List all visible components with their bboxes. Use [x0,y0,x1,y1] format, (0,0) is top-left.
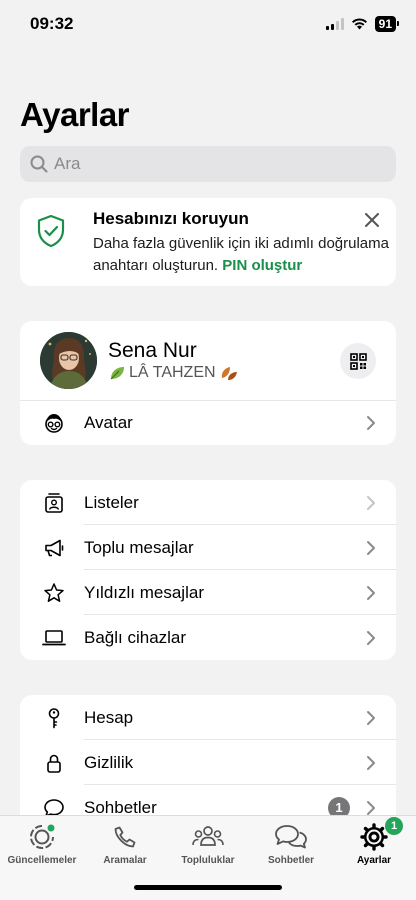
profile-status: LÂ TAHZEN [108,364,239,382]
row-label: Toplu mesajlar [84,537,194,557]
search-bar[interactable] [20,146,396,182]
profile-photo-icon [40,332,97,389]
battery-indicator: 91 [374,16,400,32]
close-banner-button[interactable] [360,208,384,232]
tab-label: Topluluklar [181,855,235,866]
shield-check-icon [37,214,65,248]
laptop-icon [42,626,66,650]
row-label: Listeler [84,492,139,512]
row-label: Gizlilik [84,752,134,772]
tab-updates[interactable]: Güncellemeler [0,822,84,866]
settings-row-broadcast[interactable]: Toplu mesajlar [20,525,396,570]
avatar[interactable] [40,332,97,389]
chevron-right-icon [367,415,375,430]
avatar-face-icon [42,411,66,435]
settings-row-account[interactable]: Hesap [20,695,396,740]
chevron-right-icon [367,495,375,510]
banner-title: Hesabınızı koruyun [93,209,249,228]
key-icon [42,706,66,730]
row-label: Hesap [84,707,134,727]
chevron-right-icon [367,755,375,770]
communities-icon [191,822,225,852]
qr-code-icon [349,352,367,370]
create-pin-link[interactable]: PIN oluştur [222,257,302,274]
chats-icon [274,822,308,852]
tab-label: Sohbetler [267,855,315,866]
settings-row-starred[interactable]: Yıldızlı mesajlar [20,570,396,615]
settings-row-privacy[interactable]: Gizlilik [20,740,396,785]
settings-row-avatar[interactable]: Avatar [20,400,396,445]
profile-status-text: LÂ TAHZEN [129,364,216,381]
tab-calls[interactable]: Aramalar [83,822,167,866]
tab-label: Aramalar [103,855,147,866]
chevron-right-icon [367,710,375,725]
chevron-right-icon [367,585,375,600]
settings-row-lists[interactable]: Listeler [20,480,396,525]
page-title: Ayarlar [20,96,130,133]
cellular-signal-icon [325,18,344,30]
settings-group-account: Hesap Gizlilik Sohbetler 1 [20,695,396,835]
updates-icon [25,822,59,852]
row-label: Yıldızlı mesajlar [84,582,204,602]
tab-label: Güncellemeler [7,855,77,866]
settings-badge: 1 [385,817,403,835]
row-label: Bağlı cihazlar [84,627,187,647]
banner-body: Daha fazla güvenlik için iki adımlı doğr… [93,233,393,277]
qr-code-button[interactable] [340,343,376,379]
search-icon [30,155,48,173]
security-banner: Hesabınızı koruyun Daha fazla güvenlik i… [20,198,396,286]
close-icon [365,213,379,227]
row-label: Avatar [84,412,133,432]
tab-chats[interactable]: Sohbetler [249,822,333,866]
tab-communities[interactable]: Topluluklar [166,822,250,866]
chevron-right-icon [367,630,375,645]
home-indicator [134,885,282,890]
tab-settings[interactable]: 1 Ayarlar [332,817,416,866]
chevron-right-icon [367,540,375,555]
status-bar: 09:32 91 [0,0,416,50]
phone-icon [108,822,142,852]
leaf-icon [110,367,124,380]
autumn-leaves-icon [221,367,237,380]
lists-icon [42,491,66,515]
tab-label: Ayarlar [356,855,392,866]
profile-card: Sena Nur LÂ TAHZEN Avatar [20,321,396,445]
star-icon [42,581,66,605]
chevron-right-icon [367,800,375,815]
status-indicators: 91 [325,16,400,32]
search-input[interactable] [54,154,354,174]
status-time: 09:32 [30,14,74,33]
settings-group-tools: Listeler Toplu mesajlar Yıldızlı mesajla… [20,480,396,660]
lock-icon [42,751,66,775]
settings-row-linked-devices[interactable]: Bağlı cihazlar [20,615,396,660]
megaphone-icon [42,536,66,560]
profile-name: Sena Nur [108,339,197,362]
settings-gear-icon: 1 [357,817,403,852]
wifi-icon [351,18,367,30]
